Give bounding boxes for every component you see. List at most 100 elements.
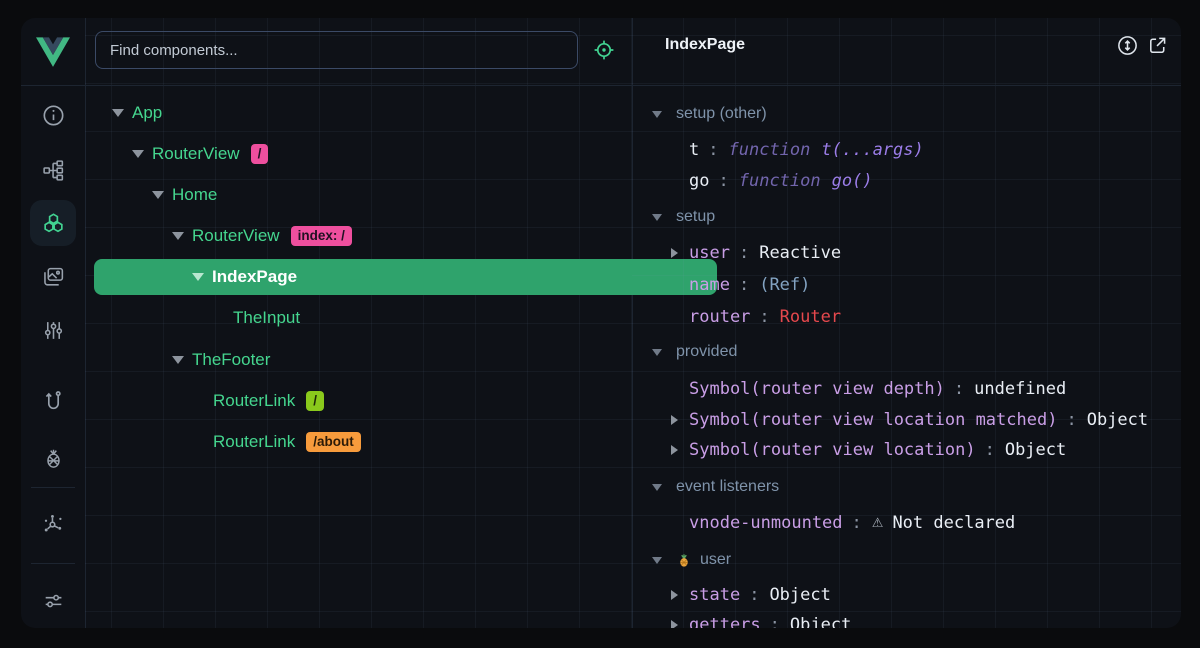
component-label: App (132, 103, 162, 123)
component-tree-panel: App RouterView / Home RouterView index: … (85, 18, 633, 628)
section-label: provided (676, 343, 737, 361)
section-label: event listeners (676, 478, 779, 496)
prop-row-user[interactable]: user : Reactive (632, 238, 1181, 268)
prop-row-symbol-location[interactable]: Symbol(router view location) : Object (632, 435, 1181, 465)
prop-value: Object (1087, 410, 1148, 430)
component-label: RouterView (192, 226, 280, 246)
prop-row-symbol-depth[interactable]: Symbol(router view depth) : undefined (632, 374, 1181, 404)
warning-icon: ⚠ (872, 516, 884, 531)
router-icon[interactable] (40, 387, 66, 413)
route-badge: / (306, 391, 324, 412)
prop-value: Reactive (759, 243, 841, 263)
search-input[interactable] (95, 31, 578, 69)
chevron-down-icon[interactable] (652, 349, 662, 356)
chevron-right-icon[interactable] (671, 415, 678, 425)
section-user-store[interactable]: user (632, 545, 1181, 575)
timeline-icon[interactable] (40, 317, 66, 343)
scroll-to-component-icon[interactable] (1116, 34, 1139, 57)
function-keyword: function (739, 171, 821, 191)
prop-value: Router (780, 307, 841, 327)
settings-icon[interactable] (40, 587, 66, 613)
component-label: Home (172, 185, 217, 205)
prop-row-getters[interactable]: getters : Object (632, 610, 1181, 628)
route-badge: /about (306, 432, 361, 453)
chevron-down-icon[interactable] (172, 356, 184, 364)
component-label: RouterView (152, 144, 240, 164)
open-in-editor-icon[interactable] (1146, 34, 1169, 57)
pinia-store-icon (676, 552, 692, 568)
prop-key: state (689, 585, 740, 605)
prop-row-vnode-unmounted[interactable]: vnode-unmounted : ⚠ Not declared (632, 508, 1181, 538)
prop-key: Symbol(router view location) (689, 440, 976, 460)
component-label: TheFooter (192, 350, 270, 370)
components-icon[interactable] (40, 210, 66, 236)
prop-value: Not declared (892, 513, 1015, 533)
tree-row-app[interactable]: App (94, 95, 637, 131)
graph-icon[interactable] (40, 510, 66, 536)
assets-icon[interactable] (40, 264, 66, 290)
section-event-listeners[interactable]: event listeners (632, 472, 1181, 502)
info-icon[interactable] (40, 102, 66, 128)
component-label: RouterLink (213, 391, 295, 411)
function-signature: t(...args) (821, 140, 923, 160)
inspect-component-target-icon[interactable] (592, 38, 616, 62)
prop-row-router[interactable]: router : Router (632, 302, 1181, 332)
section-label: user (700, 551, 731, 569)
sidebar-rail (21, 18, 86, 628)
section-provided[interactable]: provided (632, 337, 1181, 367)
prop-key: user (689, 243, 730, 263)
chevron-down-icon[interactable] (172, 232, 184, 240)
prop-row-symbol-matched[interactable]: Symbol(router view location matched) : O… (632, 405, 1181, 435)
header-divider (21, 85, 1181, 86)
prop-key: t (689, 140, 699, 160)
prop-key: router (689, 307, 750, 327)
chevron-right-icon[interactable] (671, 248, 678, 258)
inspector-panel: IndexPage setup (other) t : function t(.… (632, 18, 1181, 628)
prop-row-go[interactable]: go : function go() (632, 166, 1181, 196)
function-signature: go() (832, 171, 873, 191)
prop-key: getters (689, 615, 761, 628)
chevron-right-icon[interactable] (671, 620, 678, 628)
chevron-down-icon[interactable] (652, 557, 662, 564)
chevron-right-icon[interactable] (671, 445, 678, 455)
devtools-window: App RouterView / Home RouterView index: … (21, 18, 1181, 628)
prop-row-t[interactable]: t : function t(...args) (632, 135, 1181, 165)
chevron-down-icon[interactable] (652, 484, 662, 491)
chevron-down-icon[interactable] (192, 273, 204, 281)
component-label: TheInput (233, 308, 300, 328)
prop-row-state[interactable]: state : Object (632, 580, 1181, 610)
prop-value: Object (1005, 440, 1066, 460)
chevron-down-icon[interactable] (652, 214, 662, 221)
prop-row-name[interactable]: name : (Ref) (632, 270, 1181, 300)
chevron-down-icon[interactable] (652, 111, 662, 118)
vue-logo (21, 18, 85, 85)
hierarchy-icon[interactable] (40, 157, 66, 183)
chevron-right-icon[interactable] (671, 590, 678, 600)
prop-value: Object (769, 585, 830, 605)
function-keyword: function (729, 140, 811, 160)
tree-row-routerview-index[interactable]: RouterView index: / (94, 218, 697, 254)
component-label: IndexPage (212, 267, 297, 287)
rail-divider (31, 563, 75, 564)
chevron-down-icon[interactable] (112, 109, 124, 117)
prop-value: (Ref) (759, 275, 810, 295)
prop-key: Symbol(router view depth) (689, 379, 945, 399)
inspector-title: IndexPage (665, 36, 745, 54)
prop-key: name (689, 275, 730, 295)
component-label: RouterLink (213, 432, 295, 452)
section-setup-other[interactable]: setup (other) (632, 99, 1181, 129)
tree-row-home[interactable]: Home (94, 177, 677, 213)
rail-divider (31, 487, 75, 488)
chevron-down-icon[interactable] (152, 191, 164, 199)
tree-row-indexpage-selected[interactable]: IndexPage (94, 259, 717, 295)
tree-row-routerview[interactable]: RouterView / (94, 136, 657, 172)
tree-row-thefooter[interactable]: TheFooter (94, 342, 697, 378)
prop-key: vnode-unmounted (689, 513, 843, 533)
prop-value: Object (790, 615, 851, 628)
prop-value: undefined (974, 379, 1066, 399)
section-setup[interactable]: setup (632, 202, 1181, 232)
chevron-down-icon[interactable] (132, 150, 144, 158)
section-label: setup (other) (676, 105, 767, 123)
pinia-icon[interactable] (40, 444, 66, 470)
section-label: setup (676, 208, 715, 226)
